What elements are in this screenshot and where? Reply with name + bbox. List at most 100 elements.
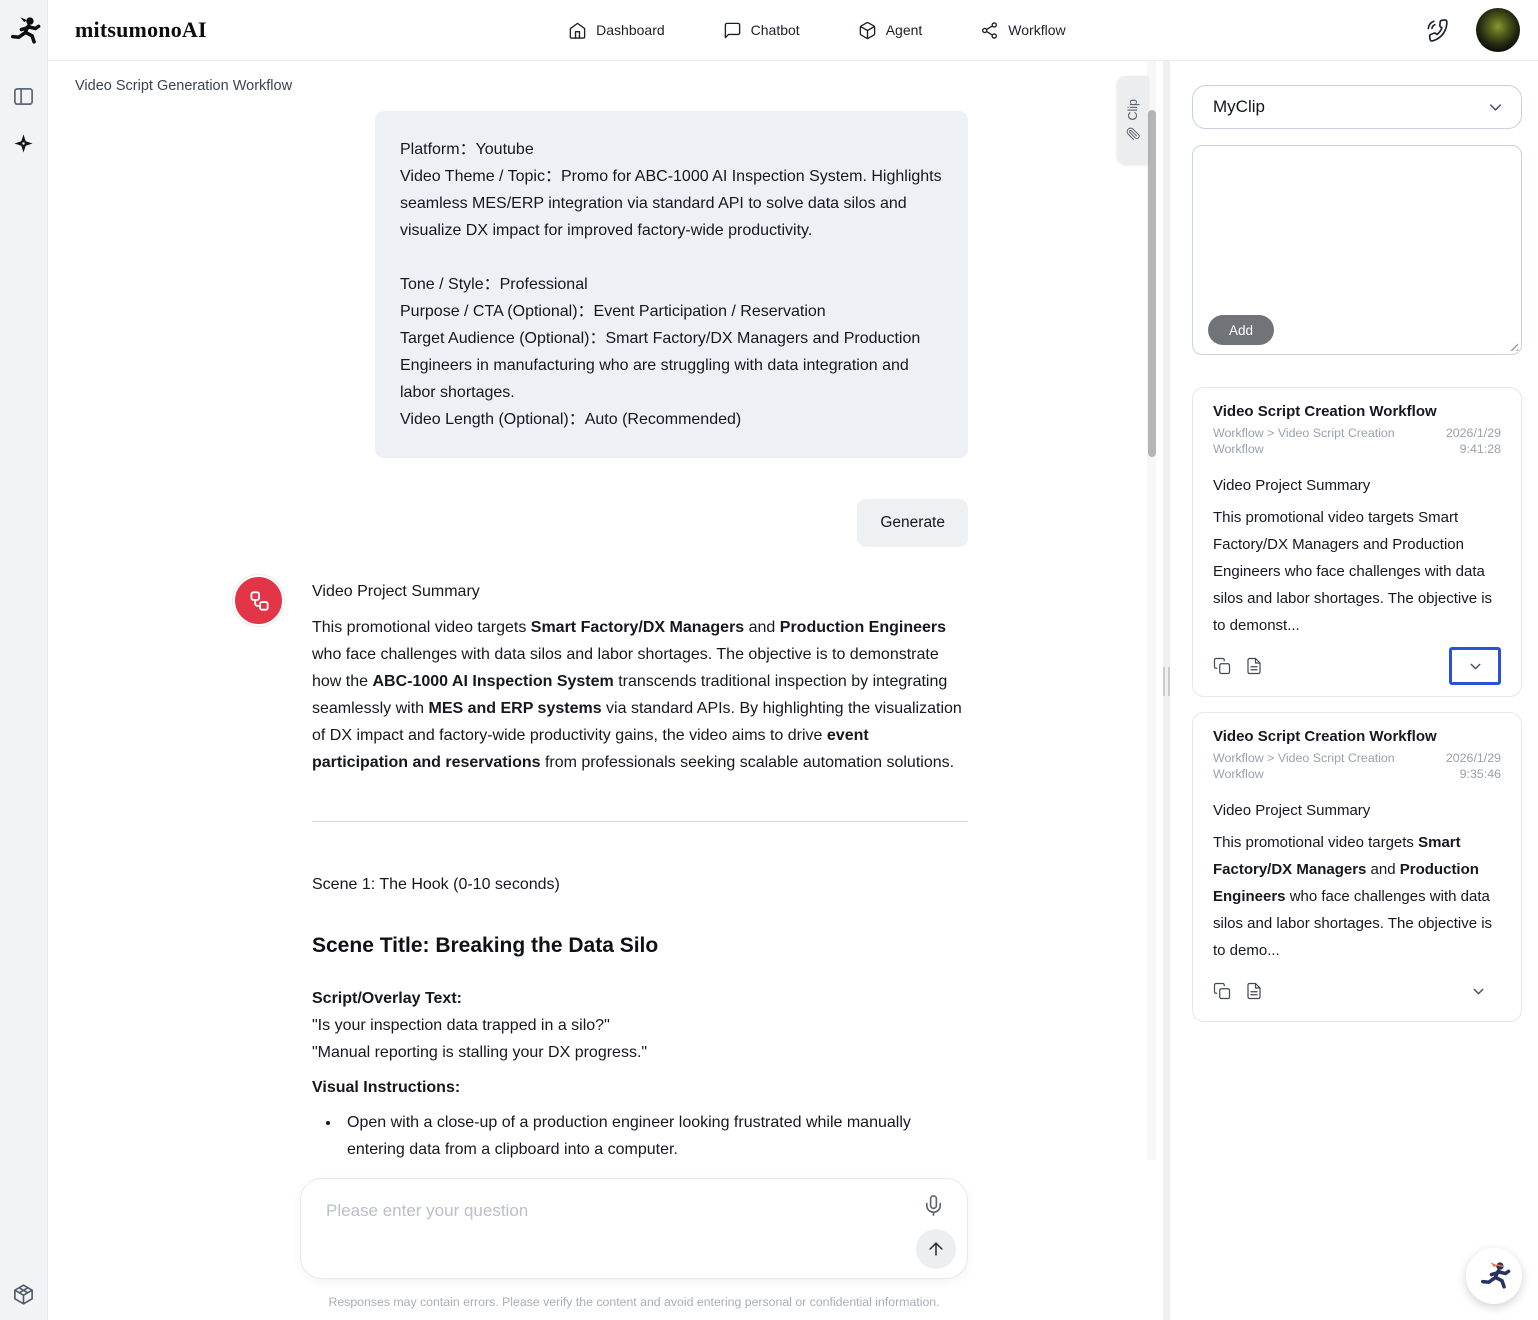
question-input-box [300, 1178, 968, 1279]
assistant-fab[interactable] [1466, 1248, 1522, 1304]
chat-bubble-icon [724, 22, 740, 38]
chat-main: Video Script Generation Workflow Platfor… [48, 61, 1163, 1320]
card-meta: Workflow > Video Script Creation Workflo… [1213, 750, 1501, 782]
left-rail [0, 0, 48, 1320]
clip-collection-select[interactable]: MyClip [1192, 85, 1522, 129]
clip-collection-value: MyClip [1213, 97, 1265, 116]
clip-tab-label: Clip [1125, 98, 1140, 121]
phone-icon [1427, 18, 1448, 42]
user-message: Platform：Youtube Video Theme / Topic：Pro… [375, 111, 968, 458]
nav-agent[interactable]: Agent [858, 21, 923, 40]
mic-icon [925, 1195, 942, 1216]
section-divider [312, 821, 968, 822]
summary-title: Video Project Summary [312, 583, 480, 600]
card-body-title: Video Project Summary [1213, 802, 1371, 819]
card-datetime: 2026/1/29 9:35:46 [1446, 750, 1501, 782]
copy-icon [1213, 657, 1231, 675]
file-text-icon [1247, 982, 1261, 1000]
card-body-title: Video Project Summary [1213, 477, 1371, 494]
assistant-avatar [233, 575, 284, 626]
card-datetime: 2026/1/29 9:41:28 [1446, 425, 1501, 457]
app-root: mitsumonoAI Dashboard Chatbot Agent Work… [0, 0, 1538, 1320]
panel-toggle-button[interactable] [12, 85, 35, 108]
card-body: Video Project Summary This promotional v… [1213, 797, 1501, 964]
nav-dashboard[interactable]: Dashboard [568, 21, 665, 40]
document-button[interactable] [1245, 657, 1263, 675]
expand-card-button[interactable] [1455, 975, 1501, 1007]
home-icon [569, 22, 586, 39]
send-button[interactable] [916, 1229, 956, 1269]
script-line: "Manual reporting is stalling your DX pr… [312, 1044, 648, 1061]
main-scrollbar[interactable] [1147, 61, 1156, 1160]
nav-label: Chatbot [750, 22, 800, 38]
card-body-text: This promotional video targets Smart Fac… [1213, 834, 1493, 959]
card-breadcrumb: Workflow > Video Script Creation Workflo… [1213, 751, 1395, 781]
top-header: mitsumonoAI Dashboard Chatbot Agent Work… [48, 0, 1538, 61]
chevron-down-icon [1489, 103, 1502, 111]
generate-button[interactable]: Generate [857, 499, 968, 547]
card-time: 9:41:28 [1459, 442, 1501, 456]
main-nav: Dashboard Chatbot Agent Workflow [568, 21, 1066, 40]
focused-expand-ring [1449, 647, 1501, 685]
copy-icon [1213, 982, 1231, 1000]
card-breadcrumb: Workflow > Video Script Creation Workflo… [1213, 426, 1395, 456]
sandbox-cube-button[interactable] [12, 1283, 35, 1306]
card-title: Video Script Creation Workflow [1213, 403, 1437, 420]
nav-chatbot[interactable]: Chatbot [723, 21, 800, 40]
cube-icon [14, 1284, 33, 1305]
clip-card[interactable]: Video Script Creation Workflow Workflow … [1192, 712, 1522, 1022]
document-button[interactable] [1245, 982, 1263, 1000]
scene-title: Scene Title: Breaking the Data Silo [312, 934, 659, 957]
copy-button[interactable] [1213, 657, 1231, 675]
share-nodes-icon [982, 21, 998, 39]
panel-toggle-icon [14, 87, 33, 106]
file-text-icon [1247, 657, 1261, 675]
card-body-text: This promotional video targets Smart Fac… [1213, 509, 1493, 634]
visual-instruction-item: Open with a close-up of a production eng… [341, 1109, 968, 1163]
assistant-message: Video Project Summary This promotional v… [233, 575, 968, 1163]
mic-button[interactable] [922, 1194, 945, 1217]
nav-label: Dashboard [596, 22, 665, 38]
brand-logo-icon[interactable] [0, 0, 48, 61]
nav-label: Workflow [1008, 22, 1066, 38]
add-clip-button[interactable]: Add [1208, 315, 1275, 345]
summary-paragraph: This promotional video targets Smart Fac… [312, 619, 962, 771]
chevron-down-icon [1470, 663, 1480, 669]
chat-thread: Platform：Youtube Video Theme / Topic：Pro… [233, 111, 968, 1163]
disclaimer: Responses may contain errors. Please ver… [328, 1295, 940, 1309]
topbar-right [1427, 8, 1520, 52]
ninja-fab-icon [1481, 1262, 1511, 1289]
visual-instructions-list: Open with a close-up of a production eng… [312, 1109, 968, 1163]
scene-label: Scene 1: The Hook (0-10 seconds) [312, 876, 560, 893]
clip-card[interactable]: Video Script Creation Workflow Workflow … [1192, 387, 1522, 697]
clip-tab[interactable]: Clip [1117, 76, 1148, 164]
user-avatar[interactable] [1475, 8, 1520, 52]
panel-resize-handle[interactable] [1163, 667, 1170, 696]
assistant-avatar-icon [249, 590, 269, 611]
scrollbar-thumb[interactable] [1147, 110, 1156, 457]
card-footer [1213, 973, 1501, 1009]
visual-instructions-label: Visual Instructions: [312, 1079, 461, 1096]
script-overlay-label: Script/Overlay Text: [312, 990, 462, 1007]
clip-panel: MyClip Add Video Script Creation Workflo… [1170, 61, 1538, 1320]
card-title: Video Script Creation Workflow [1213, 728, 1437, 745]
send-icon [929, 1242, 943, 1256]
voice-call-button[interactable] [1427, 18, 1450, 42]
nav-label: Agent [885, 22, 923, 38]
question-input[interactable] [301, 1179, 891, 1278]
paperclip-icon [1126, 127, 1140, 141]
nav-workflow[interactable]: Workflow [980, 21, 1066, 40]
clip-input-wrap: Add [1192, 145, 1522, 355]
package-box-icon [859, 21, 876, 39]
sparkle-icon [14, 134, 33, 153]
sparkle-button[interactable] [12, 132, 35, 155]
assistant-content: Video Project Summary This promotional v… [312, 575, 968, 1163]
brand-name: mitsumonoAI [75, 17, 207, 42]
card-meta: Workflow > Video Script Creation Workflo… [1213, 425, 1501, 457]
card-footer [1213, 647, 1501, 685]
script-line: "Is your inspection data trapped in a si… [312, 1017, 610, 1034]
copy-button[interactable] [1213, 982, 1231, 1000]
page-title: Video Script Generation Workflow [75, 78, 293, 94]
expand-card-button[interactable] [1452, 650, 1498, 682]
card-date: 2026/1/29 [1445, 751, 1501, 765]
